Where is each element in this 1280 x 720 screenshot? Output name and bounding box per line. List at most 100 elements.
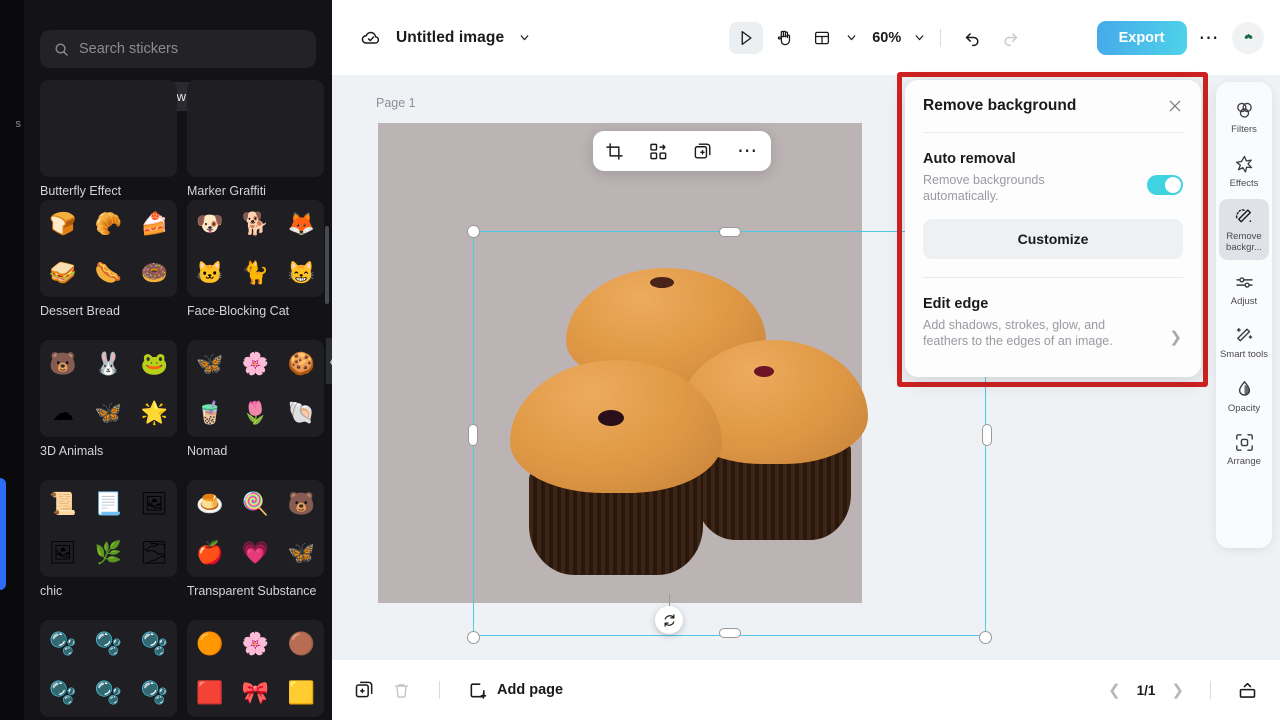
sticker-emoji: 🐚 [287,399,315,425]
sticker-pack-thumb [40,80,177,177]
zoom-level[interactable]: 60% [872,30,901,46]
sticker-pack-card[interactable]: Marker Graffiti [187,80,324,198]
sticker-pack-card[interactable]: 🐶 🐕 🦊 🐱 🐈 😸 Face-Blocking Cat [187,200,324,318]
close-icon[interactable] [1167,98,1183,114]
sticker-pack-name: Marker Graffiti [187,184,266,198]
sticker-emoji: 🟥 [196,679,224,705]
hand-tool-button[interactable] [767,22,801,54]
sidebar-label: Filters [1231,124,1257,135]
edit-edge-label: Edit edge [923,296,989,312]
sidebar-item-filters[interactable]: Filters [1219,92,1269,142]
duplicate-page-icon[interactable] [354,680,374,700]
bottombar-divider-2 [1210,681,1211,699]
page-surface[interactable] [378,123,992,644]
rotate-handle[interactable] [655,606,683,634]
search-placeholder: Search stickers [79,41,179,57]
sidebar-item-adjust[interactable]: Adjust [1219,264,1269,314]
avatar[interactable] [1232,21,1264,54]
sticker-emoji: 🌫 [140,539,169,565]
sidebar-item-effects[interactable]: Effects [1219,146,1269,196]
undo-button[interactable] [955,22,989,54]
sticker-pack-name: Butterfly Effect [40,184,122,198]
left-rail-label: s [15,118,22,130]
sticker-emoji: 🌭 [94,259,123,285]
auto-removal-toggle[interactable] [1147,175,1183,195]
sticker-emoji: 🦊 [287,211,315,237]
sticker-pack-card[interactable]: 🍮 🍭 🐻 🍎 💗 🦋 Transparent Substance [187,480,324,598]
handle-middle-right[interactable] [982,424,992,446]
chevron-down-icon[interactable] [518,31,531,44]
sidebar-label: Adjust [1230,295,1258,307]
redo-button[interactable] [993,22,1027,54]
chevron-right-icon[interactable]: ❯ [1169,328,1182,346]
sticker-emoji: 🍪 [287,351,315,377]
add-page-button[interactable]: Add page [468,680,563,700]
prev-page-button[interactable]: ❮ [1108,681,1121,699]
handle-bottom-center[interactable] [719,628,741,638]
more-horizontal-icon[interactable]: ⋯ [737,141,759,161]
sticker-emoji: 🌷 [241,399,270,425]
present-icon[interactable] [1237,680,1258,701]
filters-icon [1236,102,1252,118]
edit-edge-section[interactable]: Edit edge Add shadows, strokes, glow, an… [923,278,1183,349]
handle-bottom-right[interactable] [979,631,992,644]
sticker-pack-thumb [187,80,324,177]
sticker-emoji: 🦋 [94,399,123,425]
sticker-pack-card[interactable]: 🫧 🫧 🫧 🫧 🫧 🫧 [40,620,177,717]
left-rail: s [0,0,24,720]
sidebar-item-arrange[interactable]: Arrange [1219,424,1269,474]
handle-middle-left[interactable] [468,424,478,446]
edit-edge-description: Add shadows, strokes, glow, and feathers… [923,318,1113,348]
more-horizontal-icon[interactable]: ⋯ [1199,28,1221,48]
zoom-chevron-down-icon[interactable] [913,31,926,44]
sticker-pack-thumb: 🐶 🐕 🦊 🐱 🐈 😸 [187,200,324,297]
sticker-pack-card[interactable]: 🦋 🌸 🍪 🧋 🌷 🐚 Nomad [187,340,324,458]
next-page-button[interactable]: ❯ [1171,681,1184,699]
search-stickers-input[interactable]: Search stickers [40,30,316,68]
sticker-emoji: 🟤 [287,631,315,657]
panel-title: Remove background [923,97,1077,114]
remove-background-panel: Remove background Auto removal Remove ba… [905,80,1201,377]
sticker-pack-thumb: 🟠 🌸 🟤 🟥 🎀 🟨 [187,620,324,717]
handle-bottom-left[interactable] [467,631,480,644]
sticker-emoji: 🖼 [140,491,169,517]
layout-chevron-down-icon[interactable] [845,31,858,44]
export-button[interactable]: Export [1096,20,1187,55]
add-page-icon [470,683,487,699]
select-tool-button[interactable] [729,21,764,54]
sticker-panel-scrollbar[interactable] [325,226,329,304]
sticker-pack-card[interactable]: Butterfly Effect [40,80,177,198]
sticker-pack-card[interactable]: 🐻 🐰 🐸 ☁ 🦋 🌟 3D Animals [40,340,177,458]
sidebar-item-opacity[interactable]: Opacity [1219,371,1269,421]
replace-button[interactable] [649,142,668,161]
remove-background-header: Remove background [923,80,1183,132]
sticker-pack-name: Nomad [187,444,228,458]
effects-icon [1235,155,1252,173]
crop-icon [606,142,624,160]
layout-tool-button[interactable] [805,22,839,54]
trash-icon[interactable] [392,681,411,700]
handle-top-left[interactable] [467,225,480,238]
right-sidebar: Filters Effects Remove backgr... Adjust … [1216,82,1272,548]
auto-removal-section: Auto removal Remove backgrounds automati… [923,133,1183,259]
sticker-emoji: 📃 [94,491,123,517]
sticker-pack-card[interactable]: 🍞 🥐 🍰 🥪 🌭 🍩 Dessert Bread [40,200,177,318]
sticker-emoji: 🍭 [241,491,270,517]
sticker-emoji: 🫧 [94,679,123,705]
document-title[interactable]: Untitled image [396,29,504,47]
object-float-toolbar: ⋯ [593,131,771,171]
sticker-pack-name: Transparent Substance [187,584,317,598]
sticker-pack-card[interactable]: 📜 📃 🖼 🖼 🌿 🌫 chic [40,480,177,598]
sidebar-item-smart-tools[interactable]: Smart tools [1219,317,1269,367]
customize-button[interactable]: Customize [923,219,1183,259]
sticker-pack-card[interactable]: 🟠 🌸 🟤 🟥 🎀 🟨 [187,620,324,717]
crop-button[interactable] [605,142,624,161]
sidebar-item-remove-background[interactable]: Remove backgr... [1219,199,1269,260]
hand-icon [777,30,790,46]
cloud-saved-icon[interactable] [360,27,382,49]
sticker-emoji: 🥪 [49,259,77,285]
handle-top-center[interactable] [719,227,741,237]
duplicate-button[interactable] [693,142,712,161]
left-rail-active-indicator[interactable] [0,478,6,590]
sticker-pack-name: chic [40,584,63,598]
